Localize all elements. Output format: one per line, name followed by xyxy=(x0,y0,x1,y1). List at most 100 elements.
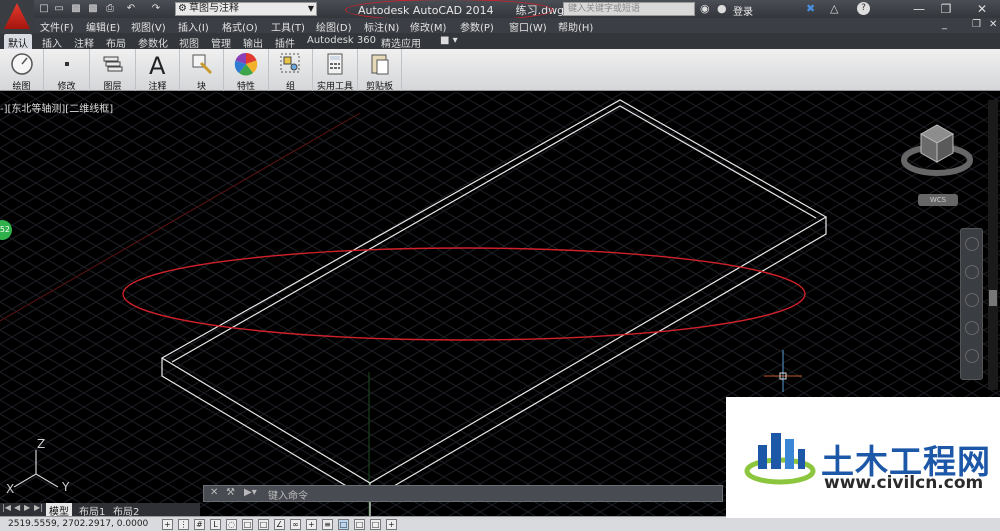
save-icon[interactable]: ▩ xyxy=(70,2,82,15)
vertical-scrollbar[interactable] xyxy=(988,100,998,390)
prev-layout-icon[interactable]: ◀ xyxy=(14,503,20,512)
command-prompt-icon[interactable]: ▶▾ xyxy=(244,487,257,498)
login-button[interactable]: 登录 xyxy=(733,3,753,18)
dynamic-ucs-icon[interactable]: ∠ xyxy=(274,519,285,530)
tab-manage[interactable]: 管理 xyxy=(211,35,231,50)
showmotion-icon[interactable] xyxy=(965,349,979,363)
tab-insert[interactable]: 插入 xyxy=(42,35,62,50)
block-panel-button[interactable]: 块 xyxy=(180,49,224,92)
orbit-icon[interactable] xyxy=(965,321,979,335)
coordinate-readout[interactable]: 2519.5559, 2702.2917, 0.0000 xyxy=(8,519,148,529)
ribbon-toggle-icon[interactable]: ■ ▾ xyxy=(440,35,458,46)
transparency-icon[interactable]: □ xyxy=(338,519,349,530)
snap-mode-icon[interactable]: ⋮ xyxy=(178,519,189,530)
open-file-icon[interactable]: ▭ xyxy=(53,2,65,15)
restore-icon[interactable]: ❐ xyxy=(935,1,957,17)
otrack-icon[interactable]: ∞ xyxy=(290,519,301,530)
autocad-logo[interactable] xyxy=(0,0,34,34)
next-layout-icon[interactable]: ▶ xyxy=(24,503,30,512)
layers-icon xyxy=(103,56,122,72)
menu-draw[interactable]: 绘图(D) xyxy=(316,19,352,34)
tab-layout[interactable]: 布局 xyxy=(106,35,126,50)
annotation-panel-button[interactable]: A 注释 xyxy=(136,49,180,92)
object-snap-icon[interactable]: □ xyxy=(242,519,253,530)
annotation-monitor-icon[interactable]: + xyxy=(386,519,397,530)
menu-modify[interactable]: 修改(M) xyxy=(410,19,446,34)
grid-display-icon[interactable]: # xyxy=(194,519,205,530)
minimize-icon[interactable]: — xyxy=(908,1,930,17)
properties-panel-button[interactable]: 特性 xyxy=(224,49,269,92)
menu-help[interactable]: 帮助(H) xyxy=(558,19,593,34)
menu-file[interactable]: 文件(F) xyxy=(40,19,74,34)
menu-insert[interactable]: 插入(I) xyxy=(178,19,209,34)
menu-window[interactable]: 窗口(W) xyxy=(509,19,547,34)
close-icon[interactable]: ✕ xyxy=(210,487,218,498)
tab-plugins[interactable]: 插件 xyxy=(275,35,295,50)
tab-autodesk-360[interactable]: Autodesk 360 xyxy=(307,35,376,46)
tab-annotate[interactable]: 注释 xyxy=(74,35,94,50)
command-line[interactable]: ✕ ⚒ ▶▾ 键入命令 xyxy=(203,485,723,502)
menu-bar: 文件(F) 编辑(E) 视图(V) 插入(I) 格式(O) 工具(T) 绘图(D… xyxy=(34,18,1000,34)
tab-parametric[interactable]: 参数化 xyxy=(138,35,168,50)
calculator-icon xyxy=(327,53,343,75)
pan-icon[interactable] xyxy=(965,265,979,279)
modify-icon xyxy=(64,62,69,66)
print-icon[interactable]: ⎙ xyxy=(104,2,116,15)
menu-parametric[interactable]: 参数(P) xyxy=(460,19,494,34)
navigation-bar[interactable] xyxy=(960,228,983,380)
selection-cycling-icon[interactable]: □ xyxy=(370,519,381,530)
draw-panel-button[interactable]: 绘图 xyxy=(0,49,44,92)
tab-default[interactable]: 默认 xyxy=(4,34,32,50)
ucs-x-label: X xyxy=(6,482,14,496)
undo-icon[interactable]: ↶ xyxy=(125,2,137,15)
menu-format[interactable]: 格式(O) xyxy=(222,19,258,34)
layers-panel-button[interactable]: 图层 xyxy=(90,49,136,92)
modify-panel-button[interactable]: 修改 xyxy=(44,49,90,92)
tab-view[interactable]: 视图 xyxy=(179,35,199,50)
zoom-icon[interactable] xyxy=(965,293,979,307)
layout-tabs: |◀ ◀ ▶ ▶| 模型 布局1 布局2 xyxy=(0,503,200,518)
command-input[interactable]: 键入命令 xyxy=(268,487,308,502)
first-layout-icon[interactable]: |◀ xyxy=(2,503,11,512)
ucs-y-label: Y xyxy=(61,480,70,494)
autodesk-360-icon[interactable]: △ xyxy=(830,2,838,15)
infer-constraints-icon[interactable]: + xyxy=(162,519,173,530)
dynamic-input-icon[interactable]: + xyxy=(306,519,317,530)
close-icon[interactable]: ✕ xyxy=(967,1,997,17)
scroll-thumb[interactable] xyxy=(989,290,997,306)
binoculars-icon[interactable]: ◉ xyxy=(700,2,710,15)
search-input[interactable]: 键入关键字或短语 xyxy=(563,2,695,16)
user-icon[interactable]: ● xyxy=(717,2,727,15)
utilities-panel-button[interactable]: 实用工具 xyxy=(313,49,358,92)
block-icon xyxy=(192,54,212,75)
redo-icon[interactable]: ↷ xyxy=(150,2,162,15)
steering-wheel-icon[interactable] xyxy=(965,237,979,251)
polar-tracking-icon[interactable]: ◌ xyxy=(226,519,237,530)
new-file-icon[interactable]: □ xyxy=(38,2,50,15)
title-bar: □ ▭ ▩ ▩ ⎙ ↶ ↷ ⚙ 草图与注释 ▼ Autodesk AutoCAD… xyxy=(0,0,1000,21)
menu-tools[interactable]: 工具(T) xyxy=(271,19,305,34)
menu-view[interactable]: 视图(V) xyxy=(131,19,166,34)
menu-dimension[interactable]: 标注(N) xyxy=(364,19,399,34)
3d-osnap-icon[interactable]: □ xyxy=(258,519,269,530)
wrench-icon[interactable]: ⚒ xyxy=(226,487,235,498)
quick-properties-icon[interactable]: □ xyxy=(354,519,365,530)
lineweight-icon[interactable]: ≡ xyxy=(322,519,333,530)
mdi-restore-icon[interactable]: ❐ xyxy=(972,19,981,30)
workspace-select[interactable]: ⚙ 草图与注释 ▼ xyxy=(175,2,317,16)
mdi-minimize-icon[interactable]: _ xyxy=(942,19,947,30)
help-icon[interactable]: ? xyxy=(857,2,870,15)
mdi-close-icon[interactable]: ✕ xyxy=(989,19,997,30)
viewport-label[interactable]: -][东北等轴测][二维线框] xyxy=(0,100,113,115)
last-layout-icon[interactable]: ▶| xyxy=(34,503,43,512)
tab-featured-apps[interactable]: 精选应用 xyxy=(381,35,421,50)
tab-output[interactable]: 输出 xyxy=(243,35,263,50)
group-panel-button[interactable]: 组 xyxy=(269,49,313,92)
wcs-menu[interactable]: WCS xyxy=(918,194,958,206)
ortho-mode-icon[interactable]: L xyxy=(210,519,221,530)
exchange-icon[interactable]: ✖ xyxy=(806,2,815,15)
layers-panel-label: 图层 xyxy=(103,82,122,92)
clipboard-panel-button[interactable]: 剪贴板 xyxy=(358,49,402,92)
save-as-icon[interactable]: ▩ xyxy=(87,2,99,15)
menu-edit[interactable]: 编辑(E) xyxy=(86,19,120,34)
